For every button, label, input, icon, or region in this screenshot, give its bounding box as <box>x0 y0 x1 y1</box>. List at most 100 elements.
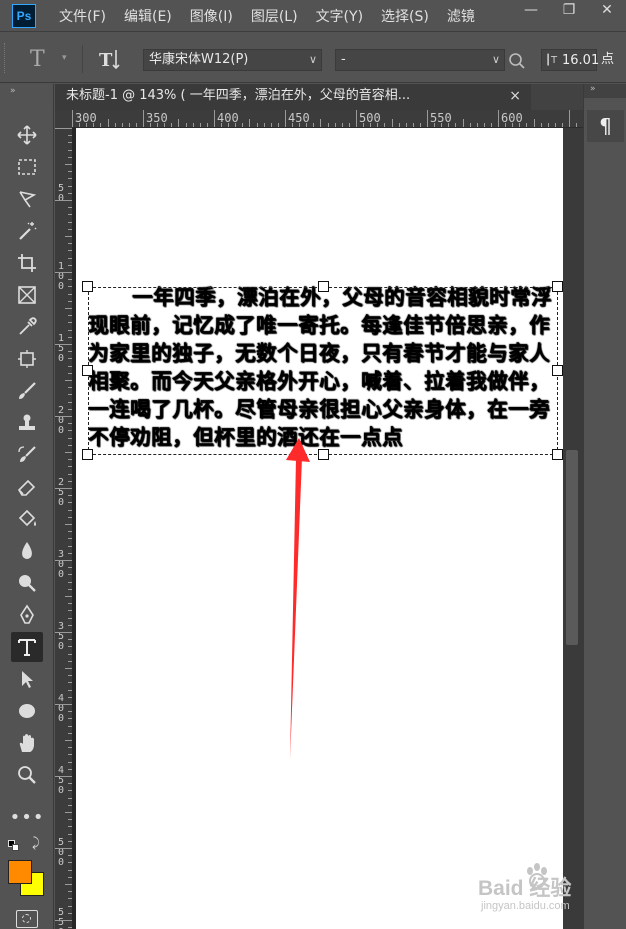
document-tab[interactable]: 未标题-1 @ 143% ( 一年四季，漂泊在外，父母的音容相... × <box>55 84 531 110</box>
eraser-tool[interactable] <box>11 472 43 502</box>
pen-tool[interactable] <box>11 600 43 630</box>
magic-wand-tool[interactable] <box>11 216 43 246</box>
tool-preset-chevron-icon[interactable]: ▾ <box>62 53 67 63</box>
blur-tool[interactable] <box>11 536 43 566</box>
ruler-tick <box>328 123 329 127</box>
ruler-tick <box>484 123 485 127</box>
resize-handle-top-right[interactable] <box>552 281 563 292</box>
collapse-icon[interactable]: » <box>10 86 16 96</box>
ruler-tick <box>72 110 73 127</box>
healing-tool[interactable] <box>11 344 43 374</box>
ruler-tick <box>65 596 72 597</box>
ruler-tick <box>55 704 72 705</box>
ruler-tick <box>164 123 165 127</box>
swap-colors-icon[interactable]: ⤸ <box>32 836 40 851</box>
dodge-tool[interactable] <box>11 568 43 598</box>
quick-mask-icon[interactable] <box>16 910 38 928</box>
text-orientation-icon[interactable]: T <box>97 46 123 72</box>
ruler-tick <box>455 123 456 127</box>
ruler-tick <box>505 123 506 127</box>
search-icon[interactable] <box>508 52 526 70</box>
lasso-tool[interactable] <box>11 184 43 214</box>
menu-bar: Ps 文件(F) 编辑(E) 图像(I) 图层(L) 文字(Y) 选择(S) 滤… <box>0 0 626 32</box>
stamp-tool[interactable] <box>11 408 43 438</box>
eyedropper-tool[interactable] <box>11 312 43 342</box>
text-bounding-box[interactable] <box>88 287 558 455</box>
ruler-tick <box>65 380 72 381</box>
menu-select[interactable]: 选择(S) <box>372 0 438 32</box>
panel-collapse-icon[interactable]: » <box>584 84 626 98</box>
ruler-tick <box>292 123 293 127</box>
foreground-color-swatch[interactable] <box>8 860 32 884</box>
ruler-origin[interactable] <box>55 110 72 128</box>
resize-handle-left[interactable] <box>82 365 93 376</box>
resize-handle-right[interactable] <box>552 365 563 376</box>
ruler-label: 3 5 0 <box>57 621 65 652</box>
healing-icon <box>18 350 36 368</box>
frame-tool[interactable] <box>11 280 43 310</box>
magic-wand-icon <box>19 222 37 240</box>
ruler-tick <box>115 123 116 127</box>
vertical-ruler[interactable]: 5 0 1 0 0 1 5 0 2 0 0 2 5 0 3 0 0 3 5 0 … <box>55 128 72 929</box>
close-icon[interactable]: × <box>509 84 521 108</box>
restore-button[interactable]: ❐ <box>550 0 588 20</box>
ruler-tick <box>363 123 364 127</box>
ruler-tick <box>65 452 72 453</box>
ruler-tick <box>562 123 563 127</box>
zoom-tool[interactable] <box>11 760 43 790</box>
menu-layer[interactable]: 图层(L) <box>242 0 307 32</box>
eraser-icon <box>17 479 36 496</box>
type-tool[interactable] <box>11 632 43 662</box>
ruler-tick <box>65 164 72 165</box>
resize-handle-bottom-left[interactable] <box>82 449 93 460</box>
ruler-label: 1 0 0 <box>57 261 65 292</box>
hand-tool[interactable] <box>11 728 43 758</box>
crop-tool[interactable] <box>11 248 43 278</box>
font-size-unit: 点 <box>601 52 615 67</box>
resize-handle-top-left[interactable] <box>82 281 93 292</box>
pen-icon <box>20 604 34 624</box>
ruler-tick <box>285 110 286 127</box>
move-tool[interactable] <box>11 120 43 150</box>
tab-strip <box>531 84 583 110</box>
font-family-select[interactable]: 华康宋体W12(P) ∨ <box>143 49 322 71</box>
menu-image[interactable]: 图像(I) <box>181 0 242 32</box>
brush-tool[interactable] <box>11 376 43 406</box>
menu-filter[interactable]: 滤镜 <box>438 0 484 32</box>
history-brush-tool[interactable] <box>11 440 43 470</box>
ruler-tick <box>79 123 80 127</box>
ellipse-tool[interactable] <box>11 696 43 726</box>
ruler-tick <box>143 110 144 127</box>
tool-preset-type-icon[interactable]: T <box>30 47 45 72</box>
ruler-tick <box>320 119 321 127</box>
move-icon <box>17 125 37 145</box>
resize-handle-top[interactable] <box>318 281 329 292</box>
paragraph-panel-button[interactable]: ¶ <box>587 110 624 142</box>
path-select-tool[interactable] <box>11 664 43 694</box>
close-button[interactable]: ✕ <box>588 0 626 20</box>
ruler-label: 5 5 0 <box>57 907 65 929</box>
font-size-input[interactable]: ┃T 16.01 <box>541 49 599 71</box>
ruler-tick <box>65 524 72 525</box>
default-colors-icon[interactable] <box>8 840 19 851</box>
menu-type[interactable]: 文字(Y) <box>307 0 372 32</box>
document-title: 未标题-1 @ 143% ( 一年四季，漂泊在外，父母的音容相... <box>66 88 411 103</box>
type-icon <box>18 639 36 656</box>
more-tools[interactable]: ••• <box>10 802 44 832</box>
font-style-select[interactable]: - ∨ <box>335 49 505 71</box>
ruler-tick <box>55 344 72 345</box>
ruler-tick <box>249 119 250 127</box>
dodge-icon <box>19 575 36 592</box>
menu-file[interactable]: 文件(F) <box>50 0 115 32</box>
ruler-tick <box>356 110 357 127</box>
ruler-tick <box>434 123 435 127</box>
minimize-button[interactable]: — <box>512 0 550 20</box>
scrollbar-thumb[interactable] <box>566 450 578 645</box>
ruler-tick <box>264 123 265 127</box>
paint-bucket-tool[interactable] <box>11 504 43 534</box>
marquee-tool[interactable] <box>11 152 43 182</box>
resize-handle-bottom-right[interactable] <box>552 449 563 460</box>
menu-edit[interactable]: 编辑(E) <box>115 0 181 32</box>
horizontal-ruler[interactable]: 300 350 400 450 500 550 600 <box>72 110 583 128</box>
ruler-tick <box>171 123 172 127</box>
